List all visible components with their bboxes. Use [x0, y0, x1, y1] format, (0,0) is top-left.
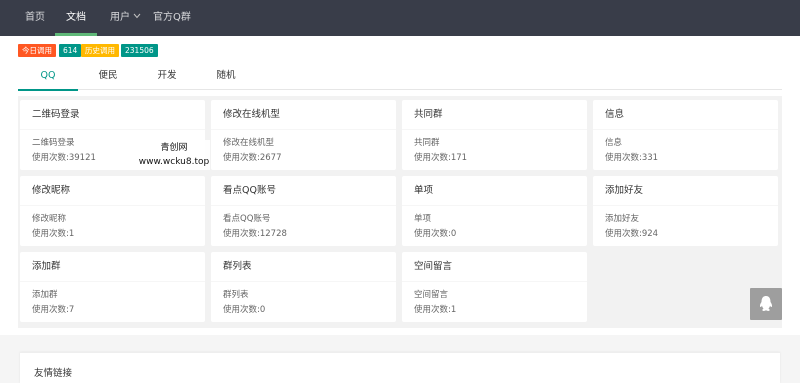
history-calls-badge: 历史调用	[81, 44, 119, 57]
card-count: 使用次数:924	[605, 229, 659, 239]
card-count: 使用次数:331	[605, 153, 659, 163]
api-card[interactable]: 添加好友 添加好友使用次数:924	[593, 176, 778, 246]
card-desc: 修改昵称	[32, 214, 67, 224]
card-desc: 单项	[414, 214, 432, 224]
category-tabs: QQ 便民 开发 随机	[18, 62, 782, 91]
nav-item-user-label: 用户	[110, 12, 130, 23]
tab-random[interactable]: 随机	[206, 62, 246, 90]
card-desc: 添加群	[32, 290, 58, 300]
card-title: 单项	[402, 176, 587, 206]
card-count: 使用次数:1	[32, 229, 75, 239]
card-count: 使用次数:171	[414, 153, 468, 163]
card-title: 添加群	[20, 252, 205, 282]
nav-item-user[interactable]: 用户	[110, 0, 141, 36]
friendly-links-panel: 友情链接	[20, 352, 780, 383]
card-count: 使用次数:12728	[223, 229, 287, 239]
api-card[interactable]: 群列表 群列表使用次数:0	[211, 252, 396, 322]
chevron-down-icon	[133, 0, 141, 35]
card-desc: 空间留言	[414, 290, 449, 300]
card-desc: 看点QQ账号	[223, 214, 271, 224]
api-card[interactable]: 信息 信息使用次数:331	[593, 100, 778, 170]
card-count: 使用次数:1	[414, 305, 457, 315]
history-calls-value-badge: 231506	[121, 44, 158, 57]
card-count: 使用次数:2677	[223, 153, 282, 163]
site-watermark: 青创网 www.wcku8.top	[138, 140, 210, 170]
api-card[interactable]: 看点QQ账号 看点QQ账号使用次数:12728	[211, 176, 396, 246]
card-title: 二维码登录	[20, 100, 205, 130]
card-count: 使用次数:0	[414, 229, 457, 239]
card-desc: 修改在线机型	[223, 138, 275, 148]
api-card[interactable]: 添加群 添加群使用次数:7	[20, 252, 205, 322]
nav-item-docs[interactable]: 文档	[55, 0, 97, 36]
qq-contact-button[interactable]	[750, 288, 782, 320]
card-count: 使用次数:0	[223, 305, 266, 315]
today-calls-value-badge: 614	[59, 44, 82, 57]
card-title: 群列表	[211, 252, 396, 282]
card-desc: 添加好友	[605, 214, 640, 224]
card-title: 添加好友	[593, 176, 778, 206]
top-navbar: 首页 文档 用户 官方Q群	[0, 0, 800, 36]
card-title: 修改在线机型	[211, 100, 396, 130]
api-card[interactable]: 共同群 共同群使用次数:171	[402, 100, 587, 170]
qq-penguin-icon	[759, 296, 773, 311]
api-card[interactable]: 修改在线机型 修改在线机型 使用次数:2677	[211, 100, 396, 170]
api-card[interactable]: 修改昵称 修改昵称使用次数:1	[20, 176, 205, 246]
friendly-links-title: 友情链接	[34, 368, 73, 379]
card-desc: 共同群	[414, 138, 440, 148]
nav-item-official-group[interactable]: 官方Q群	[153, 0, 191, 36]
card-desc: 信息	[605, 138, 623, 148]
card-title: 信息	[593, 100, 778, 130]
card-count: 使用次数:7	[32, 305, 75, 315]
card-count: 使用次数:39121	[32, 153, 96, 163]
today-calls-badge: 今日调用	[18, 44, 56, 57]
watermark-line-1: 青创网	[160, 143, 188, 153]
nav-item-home[interactable]: 首页	[25, 0, 45, 36]
card-desc: 群列表	[223, 290, 249, 300]
card-title: 共同群	[402, 100, 587, 130]
card-title: 修改昵称	[20, 176, 205, 206]
tab-qq[interactable]: QQ	[18, 62, 78, 91]
card-title: 看点QQ账号	[211, 176, 396, 206]
watermark-line-2: www.wcku8.top	[138, 157, 210, 167]
tab-convenience[interactable]: 便民	[88, 62, 128, 90]
card-title: 空间留言	[402, 252, 587, 282]
api-card[interactable]: 空间留言 空间留言使用次数:1	[402, 252, 587, 322]
card-desc: 二维码登录	[32, 138, 75, 148]
tab-development[interactable]: 开发	[147, 62, 187, 90]
api-card[interactable]: 单项 单项使用次数:0	[402, 176, 587, 246]
